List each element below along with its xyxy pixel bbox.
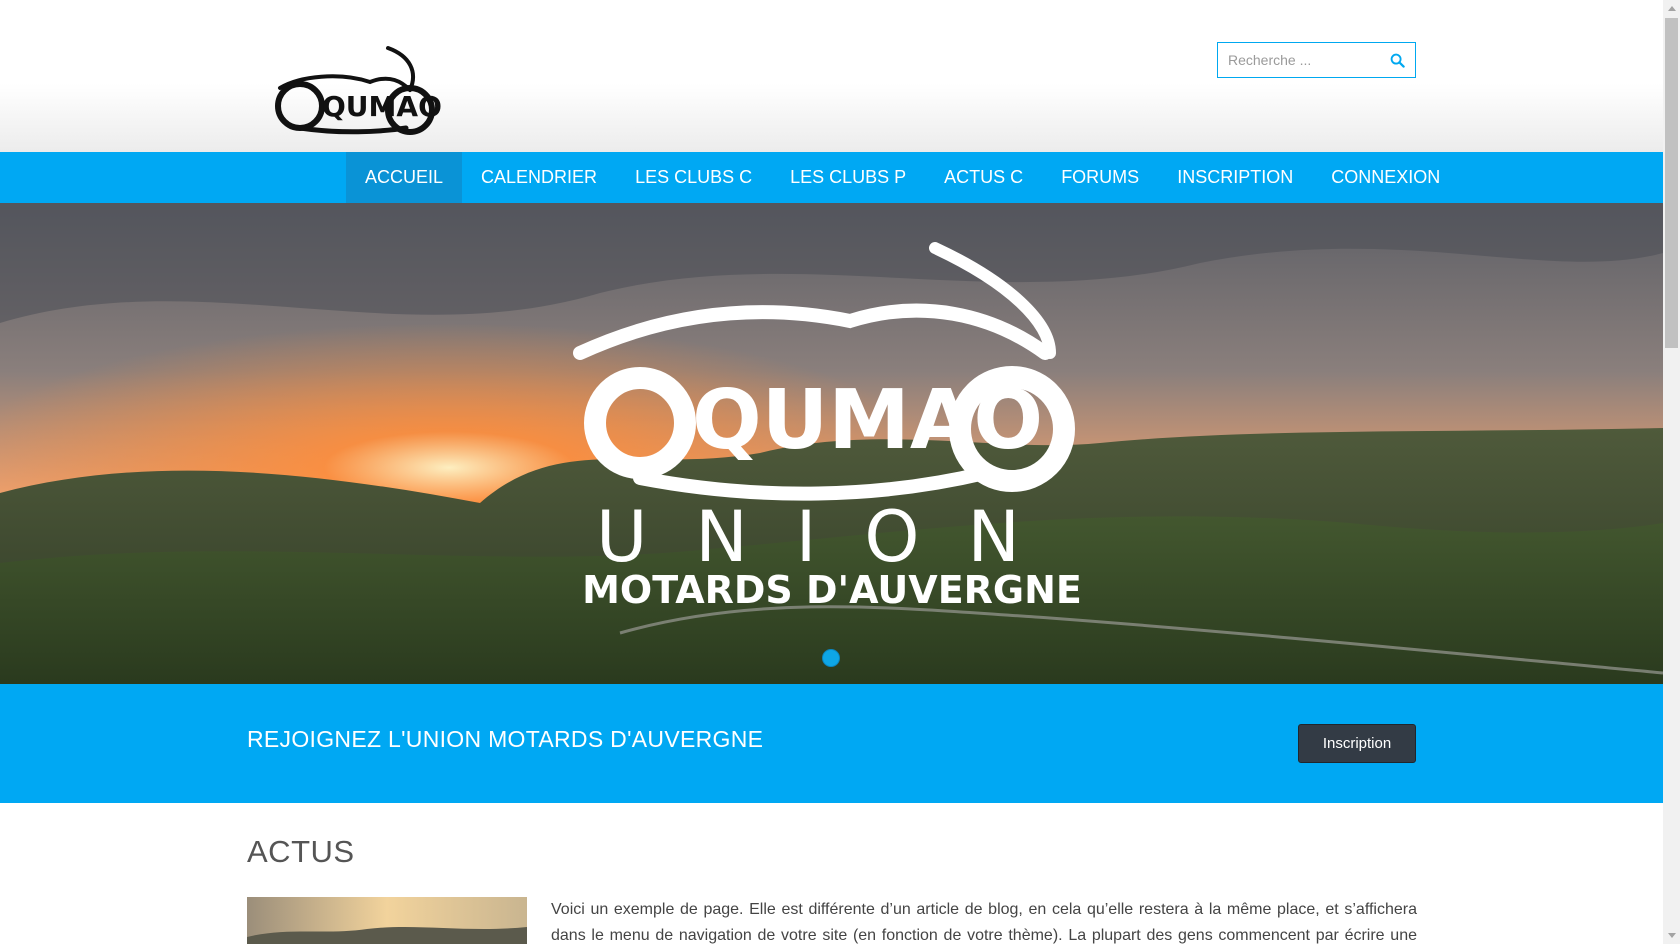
hero-line-2: MOTARDS D'AUVERGNE bbox=[582, 568, 1082, 612]
scroll-up-arrow[interactable] bbox=[1663, 0, 1680, 17]
page: QUMAO ACCUEIL CALENDRIER LES CLUBS C LES… bbox=[0, 0, 1663, 944]
cta-band: REJOIGNEZ L'UNION MOTARDS D'AUVERGNE Ins… bbox=[0, 684, 1663, 803]
page-scrollbar[interactable] bbox=[1663, 0, 1680, 944]
hero-line-1: UNION bbox=[596, 496, 1068, 578]
svg-text:QUMAO: QUMAO bbox=[322, 90, 442, 123]
post-excerpt: Voici un exemple de page. Elle est diffé… bbox=[551, 901, 1417, 944]
site-header: QUMAO bbox=[0, 0, 1663, 152]
scroll-down-arrow[interactable] bbox=[1663, 927, 1680, 944]
section-title-actus: ACTUS bbox=[247, 834, 355, 869]
nav-item-les-clubs-p[interactable]: LES CLUBS P bbox=[771, 152, 925, 203]
post-thumbnail[interactable] bbox=[247, 897, 527, 944]
nav-item-inscription[interactable]: INSCRIPTION bbox=[1158, 152, 1312, 203]
nav-item-accueil[interactable]: ACCUEIL bbox=[346, 152, 463, 203]
nav-item-actus-c[interactable]: ACTUS C bbox=[925, 152, 1042, 203]
main-nav: ACCUEIL CALENDRIER LES CLUBS C LES CLUBS… bbox=[0, 152, 1663, 203]
scrollbar-thumb[interactable] bbox=[1665, 18, 1678, 348]
search-input[interactable] bbox=[1218, 43, 1383, 77]
cta-text: REJOIGNEZ L'UNION MOTARDS D'AUVERGNE bbox=[247, 726, 764, 752]
hero-slider: QUMAO UNION MOTARDS D'AUVERGNE bbox=[0, 203, 1663, 684]
search-box bbox=[1217, 42, 1416, 78]
hero-slide-image: QUMAO UNION MOTARDS D'AUVERGNE bbox=[0, 203, 1663, 684]
search-icon[interactable] bbox=[1390, 53, 1405, 68]
site-logo[interactable]: QUMAO bbox=[270, 44, 442, 142]
inscription-button[interactable]: Inscription bbox=[1298, 724, 1416, 763]
nav-item-forums[interactable]: FORUMS bbox=[1042, 152, 1158, 203]
nav-item-connexion[interactable]: CONNEXION bbox=[1312, 152, 1459, 203]
nav-item-les-clubs-c[interactable]: LES CLUBS C bbox=[616, 152, 771, 203]
svg-text:QUMAO: QUMAO bbox=[692, 373, 1043, 468]
slider-dot-active[interactable] bbox=[822, 649, 840, 667]
nav-item-calendrier[interactable]: CALENDRIER bbox=[462, 152, 616, 203]
